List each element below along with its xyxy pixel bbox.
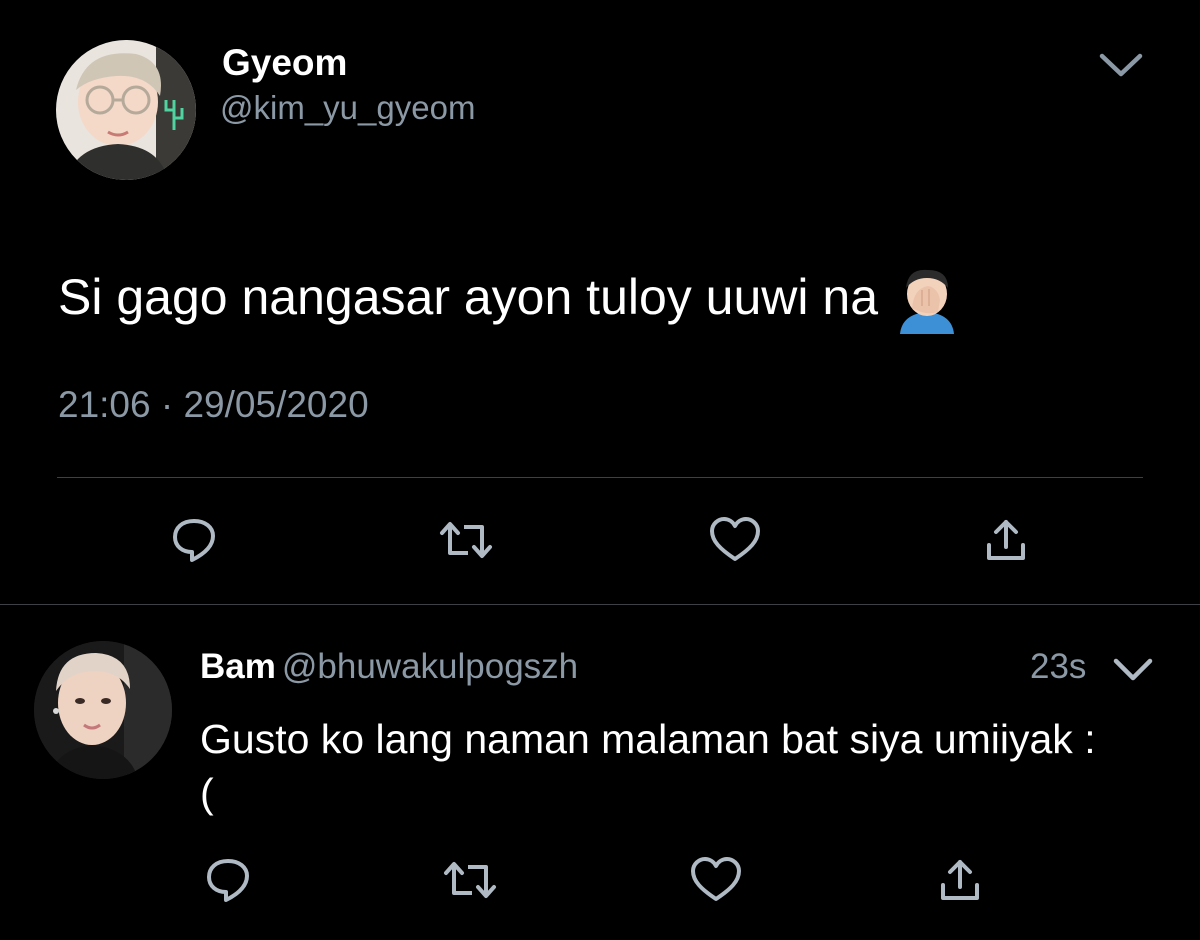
reply-author-handle[interactable]: @bhuwakulpogszh (282, 647, 578, 686)
avatar-photo (56, 40, 196, 180)
tweet-text: Si gago nangasar ayon tuloy uuwi na (58, 264, 962, 334)
retweet-button[interactable] (442, 852, 498, 908)
reply-icon (207, 859, 249, 902)
reply-author-name[interactable]: Bam (200, 647, 276, 686)
like-button[interactable] (707, 512, 763, 568)
reply-author-avatar[interactable] (34, 641, 172, 779)
like-button[interactable] (688, 852, 744, 908)
share-icon (987, 520, 1025, 560)
reply-icon (173, 519, 215, 562)
reply-button[interactable] (166, 512, 222, 568)
man-facepalming-icon (892, 264, 962, 334)
divider (0, 604, 1200, 605)
retweet-button[interactable] (438, 512, 494, 568)
reply-text: Gusto ko lang naman malaman bat siya umi… (200, 716, 1096, 816)
tweet-time: 21:06 (58, 384, 151, 425)
heart-icon (710, 517, 760, 561)
share-button[interactable] (978, 512, 1034, 568)
reply-timestamp[interactable]: 23s (1030, 644, 1086, 690)
avatar-photo (34, 641, 172, 779)
retweet-icon (444, 862, 496, 898)
tweet-date: 29/05/2020 (183, 384, 369, 425)
retweet-icon (440, 522, 492, 558)
chevron-down-icon[interactable] (1096, 44, 1146, 84)
tweet-timestamp[interactable]: 21:06 · 29/05/2020 (58, 380, 369, 430)
author-name[interactable]: Gyeom (222, 40, 347, 86)
author-handle[interactable]: @kim_yu_gyeom (220, 86, 475, 130)
chevron-down-icon[interactable] (1110, 652, 1156, 686)
reply-header: Bam @bhuwakulpogszh (200, 644, 578, 690)
tweet-text-content: Si gago nangasar ayon tuloy uuwi na (58, 269, 879, 325)
share-button[interactable] (932, 852, 988, 908)
reply-button[interactable] (200, 852, 256, 908)
meta-separator: · (160, 384, 174, 425)
heart-icon (691, 857, 741, 901)
divider (57, 477, 1143, 478)
share-icon (941, 860, 979, 900)
author-avatar[interactable] (56, 40, 196, 180)
